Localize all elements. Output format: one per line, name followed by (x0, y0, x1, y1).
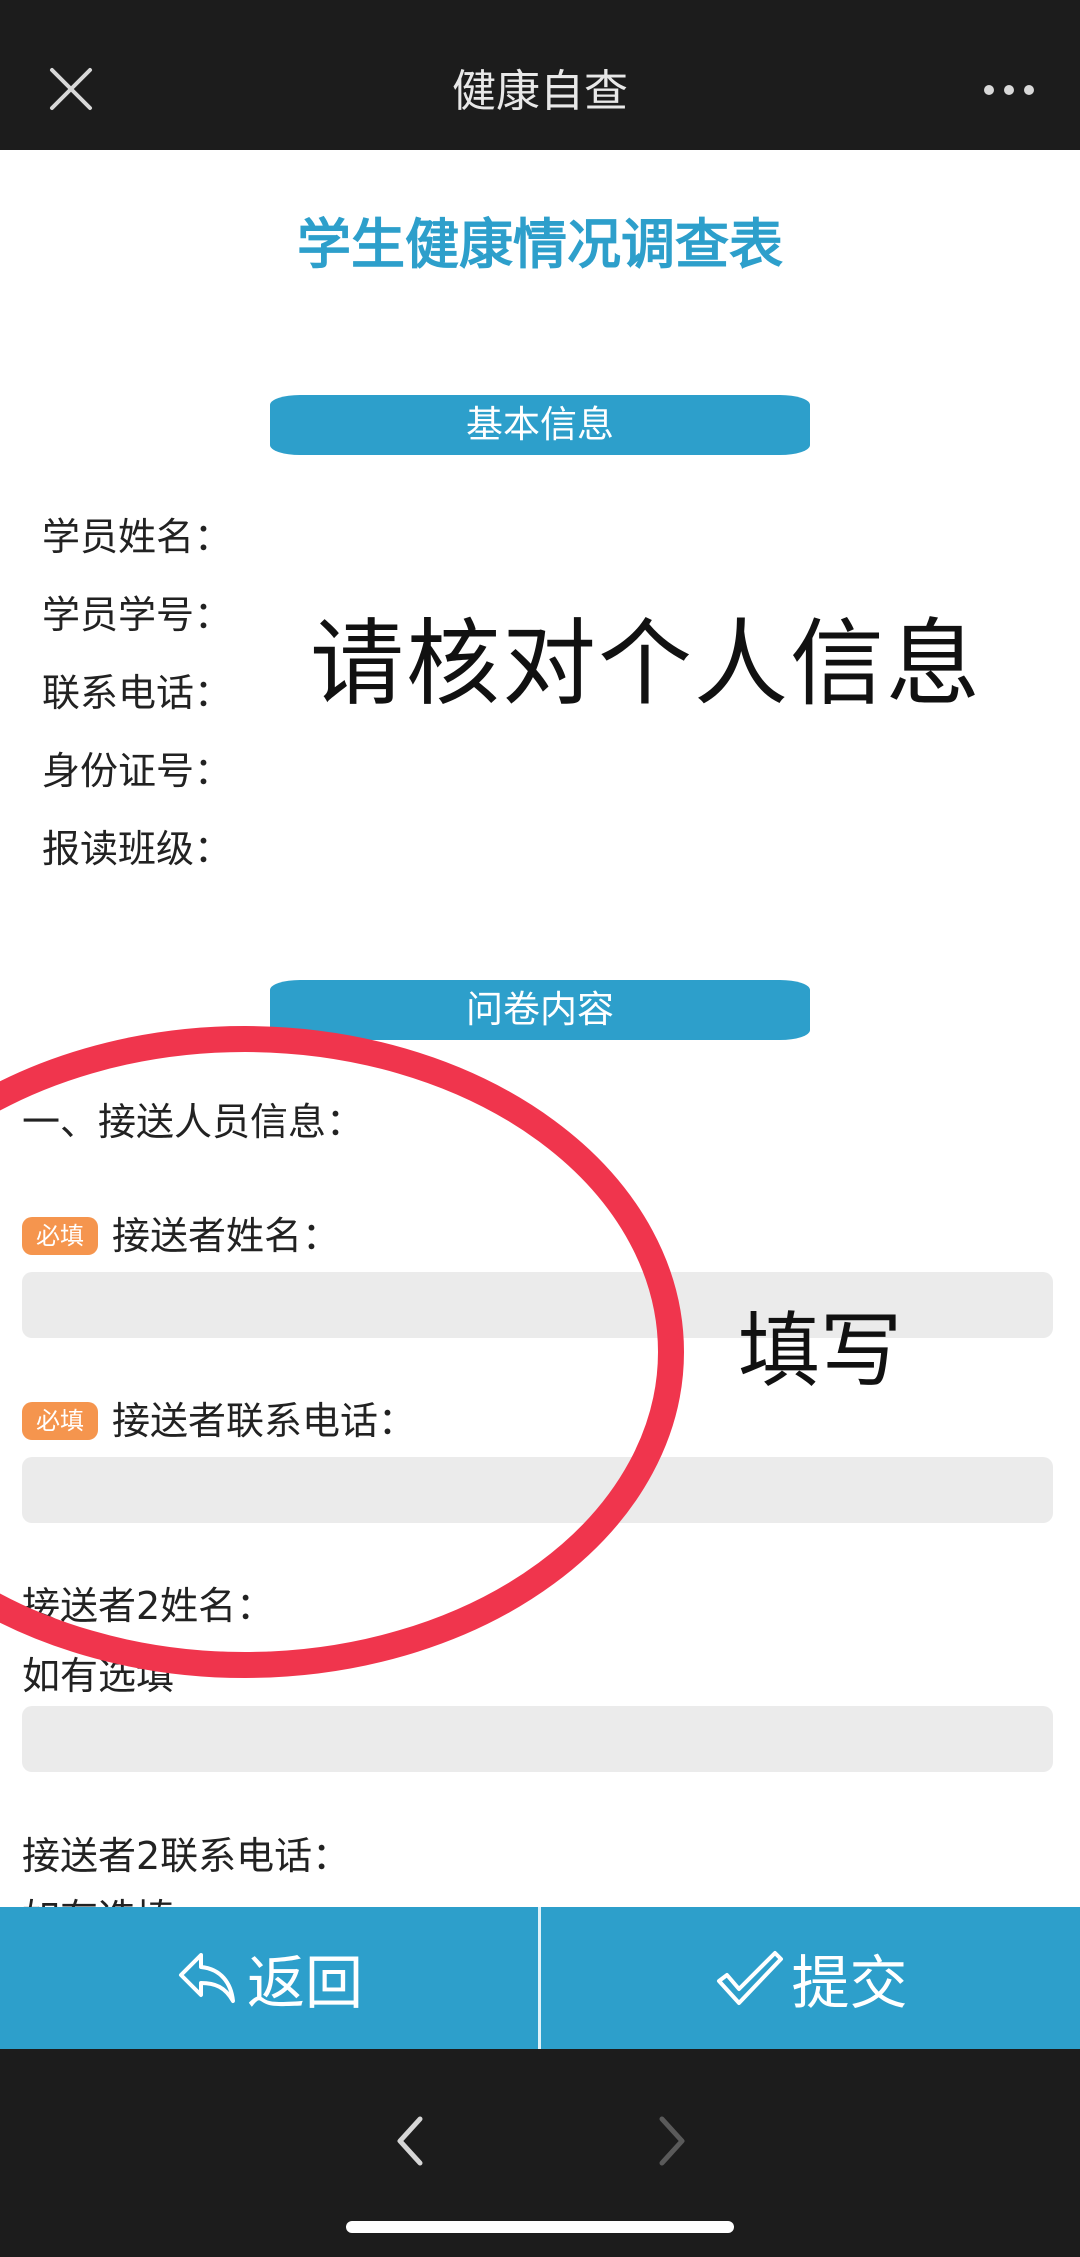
pickup-name-label-text: 接送者姓名： (112, 1214, 341, 1258)
home-indicator[interactable] (346, 2221, 734, 2233)
pickup2-phone-hint: 如有选填 (22, 1892, 174, 1907)
pickup2-phone-label: 接送者2联系电话： (22, 1834, 351, 1878)
form-page: 学生健康情况调查表 基本信息 学员姓名： 学员学号： 联系电话： 身份证号： 报… (0, 150, 1080, 1907)
pickup2-name-label: 接送者2姓名： (22, 1584, 275, 1628)
chevron-right-icon[interactable] (650, 2113, 694, 2169)
pickup2-name-hint: 如有选填 (22, 1654, 175, 1698)
field-label-id-number: 身份证号： (42, 749, 233, 793)
annotation-fill-in: 填写 (738, 1304, 903, 1399)
section-header-basic-info: 基本信息 (270, 395, 810, 455)
pickup-name-label: 必填 接送者姓名： (22, 1210, 340, 1262)
pickup-phone-label-text: 接送者联系电话： (112, 1399, 417, 1443)
field-label-student-name: 学员姓名： (42, 515, 233, 559)
required-badge: 必填 (22, 1216, 98, 1255)
submit-button[interactable]: 提交 (541, 1907, 1080, 2049)
annotation-verify-info: 请核对个人信息 (310, 610, 983, 719)
back-button-label: 返回 (246, 1949, 363, 2017)
pickup2-name-input[interactable] (22, 1706, 1053, 1772)
top-nav-bar: 健康自查 (0, 0, 1080, 150)
page-title: 健康自查 (452, 66, 628, 117)
question-heading: 一、接送人员信息： (22, 1100, 365, 1144)
field-label-contact-phone: 联系电话： (42, 671, 233, 715)
field-label-class: 报读班级： (42, 827, 233, 871)
required-badge: 必填 (22, 1401, 98, 1440)
reply-icon (178, 1953, 235, 2003)
pickup-phone-input[interactable] (22, 1457, 1053, 1523)
form-title: 学生健康情况调查表 (297, 213, 783, 276)
action-bar: 返回 提交 (0, 1907, 1080, 2049)
back-button[interactable]: 返回 (0, 1907, 538, 2049)
chevron-left-icon[interactable] (388, 2113, 432, 2169)
browser-nav-bar (0, 2049, 1080, 2257)
check-icon (717, 1951, 784, 2005)
more-icon[interactable] (982, 80, 1036, 100)
section-header-questionnaire: 问卷内容 (270, 980, 810, 1040)
pickup-phone-label: 必填 接送者联系电话： (22, 1395, 416, 1447)
submit-button-label: 提交 (791, 1949, 908, 2017)
field-label-student-id: 学员学号： (42, 593, 233, 637)
